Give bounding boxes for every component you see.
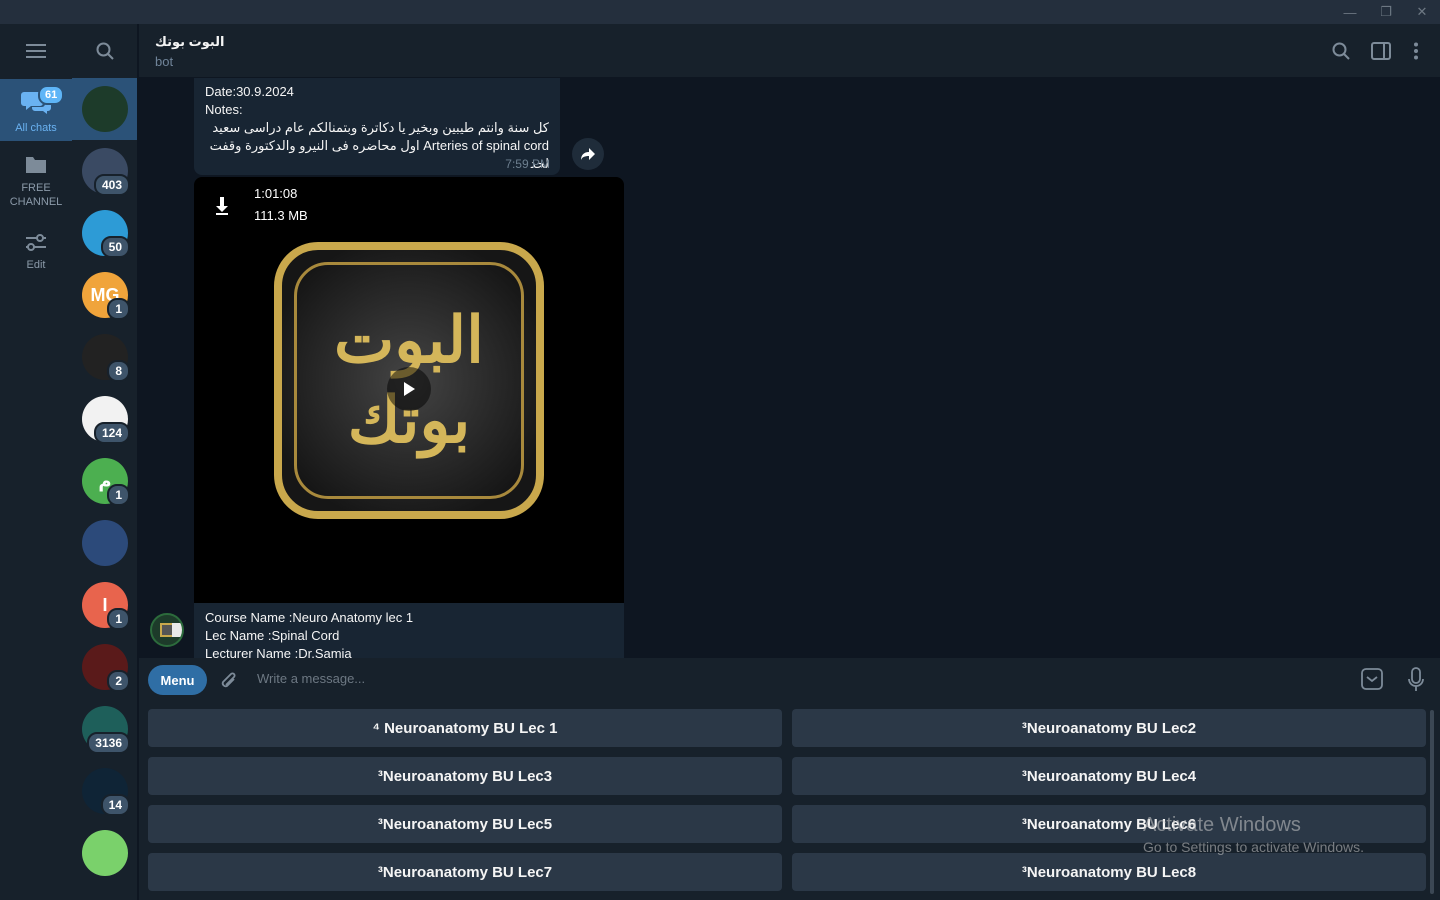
unread-badge: 1 [107, 608, 130, 630]
video-preview[interactable]: 1:01:08 111.3 MB البوت بوتك [194, 177, 624, 603]
keyboard-button[interactable]: ⁴ Neuroanatomy BU Lec 1 [148, 709, 782, 747]
unread-badge: 403 [93, 174, 130, 196]
microphone-icon [1408, 667, 1424, 691]
folder-all-chats[interactable]: 61 All chats [0, 79, 72, 141]
download-icon[interactable] [214, 196, 230, 216]
folder-icon [26, 157, 46, 173]
folder-edit[interactable]: Edit [0, 228, 72, 278]
chat-list-item[interactable] [72, 78, 137, 140]
unread-badge: 3136 [87, 732, 130, 754]
unread-badge: 50 [100, 236, 130, 258]
folder-label: FREE CHANNEL [9, 182, 63, 208]
sidebar-icon [1371, 42, 1391, 60]
message-line: كل سنة وانتم طيبين وبخير يا دكاترة وبتمن… [212, 120, 549, 135]
folder-label: All chats [15, 122, 57, 134]
video-duration: 1:01:08 [254, 186, 298, 201]
message-line: Arteries of spinal cord اول محاضره فى ال… [209, 138, 549, 171]
message-time: 7:59 PM [505, 157, 550, 171]
chat-list-item[interactable]: 124 [72, 388, 137, 450]
search-button[interactable] [72, 24, 137, 78]
chat-list-item[interactable]: 50 [72, 202, 137, 264]
keyboard-button[interactable]: ³Neuroanatomy BU Lec5 [148, 805, 782, 843]
avatar [82, 520, 128, 566]
minimize-button[interactable]: — [1332, 0, 1368, 24]
unread-badge: 1 [107, 484, 130, 506]
bot-reply-keyboard: ⁴ Neuroanatomy BU Lec 1 ³Neuroanatomy BU … [139, 702, 1440, 900]
chat-list-item[interactable]: 3136 [72, 698, 137, 760]
sender-avatar[interactable] [150, 613, 184, 647]
video-size: 111.3 MB [254, 208, 308, 223]
chat-subtitle: bot [155, 54, 174, 69]
chat-list-item[interactable]: 403 [72, 140, 137, 202]
caption-line: Course Name :Neuro Anatomy lec 1 [205, 610, 414, 625]
sidebar-toggle-button[interactable] [1369, 39, 1393, 63]
voice-record-button[interactable] [1407, 667, 1425, 698]
chat-list-item[interactable]: I1 [72, 574, 137, 636]
avatar [82, 830, 128, 876]
window-titlebar: — ❐ ✕ [0, 0, 1440, 24]
play-button[interactable] [387, 367, 431, 411]
search-icon [96, 42, 114, 60]
keyboard-scrollbar[interactable] [1430, 710, 1434, 894]
search-icon [1332, 42, 1350, 60]
play-icon [404, 382, 415, 396]
unread-badge: 1 [107, 298, 130, 320]
chat-list-item[interactable]: 2 [72, 636, 137, 698]
more-options-button[interactable] [1404, 39, 1428, 63]
folder-free-channel[interactable]: FREE CHANNEL [0, 151, 72, 213]
keyboard-collapse-icon [1361, 668, 1383, 690]
forward-arrow-icon [581, 148, 595, 160]
bot-menu-button[interactable]: Menu [148, 665, 207, 695]
chat-list-item[interactable] [72, 512, 137, 574]
message-line: Notes: [205, 102, 243, 117]
caption-line: Lecturer Name :Dr.Samia [205, 646, 352, 658]
bot-keyboard-toggle[interactable] [1361, 668, 1383, 695]
message-bubble: Date:30.9.2024 Notes: كل سنة وانتم طيبين… [194, 78, 560, 175]
keyboard-button[interactable]: ³Neuroanatomy BU Lec2 [792, 709, 1426, 747]
keyboard-button[interactable]: ³Neuroanatomy BU Lec4 [792, 757, 1426, 795]
message-composer: Menu Write a message... [139, 658, 1440, 702]
close-button[interactable]: ✕ [1404, 0, 1440, 24]
unread-badge: 14 [100, 794, 130, 816]
unread-badge: 124 [93, 422, 130, 444]
folder-label: Edit [26, 259, 46, 271]
keyboard-button[interactable]: ³Neuroanatomy BU Lec8 [792, 853, 1426, 891]
forward-button[interactable] [572, 138, 604, 170]
paperclip-icon [221, 672, 236, 688]
chat-title: البوت بوتك [155, 34, 225, 49]
keyboard-button[interactable]: ³Neuroanatomy BU Lec6 [792, 805, 1426, 843]
unread-badge: 2 [107, 670, 130, 692]
chat-header[interactable]: البوت بوتك bot [139, 24, 1440, 78]
main-menu-button[interactable] [0, 24, 72, 78]
chat-list-item[interactable]: 8 [72, 326, 137, 388]
attach-button[interactable] [219, 670, 239, 697]
more-vertical-icon [1414, 42, 1418, 60]
caption-line: Lec Name :Spinal Cord [205, 628, 340, 643]
avatar [82, 86, 128, 132]
keyboard-button[interactable]: ³Neuroanatomy BU Lec3 [148, 757, 782, 795]
chat-list-item[interactable] [72, 822, 137, 884]
unread-badge: 8 [107, 360, 130, 382]
message-input[interactable]: Write a message... [257, 671, 365, 686]
chat-list: 403 50 MG 1 8 124 م 1 I 1 2 3136 14 [72, 24, 138, 900]
restore-button[interactable]: ❐ [1368, 0, 1404, 24]
sliders-icon [26, 234, 46, 251]
message-caption: Course Name :Neuro Anatomy lec 1 Lec Nam… [194, 603, 624, 658]
header-search-button[interactable] [1329, 39, 1353, 63]
chat-list-item[interactable]: 14 [72, 760, 137, 822]
message-line: Date:30.9.2024 [205, 84, 294, 99]
hamburger-icon [26, 44, 46, 58]
chat-list-item[interactable]: م1 [72, 450, 137, 512]
folders-sidebar: 61 All chats FREE CHANNEL Edit [0, 24, 72, 900]
keyboard-button[interactable]: ³Neuroanatomy BU Lec7 [148, 853, 782, 891]
messages-area[interactable]: Date:30.9.2024 Notes: كل سنة وانتم طيبين… [139, 78, 1440, 658]
chat-list-item[interactable]: MG 1 [72, 264, 137, 326]
folder-unread-badge: 61 [38, 85, 65, 105]
